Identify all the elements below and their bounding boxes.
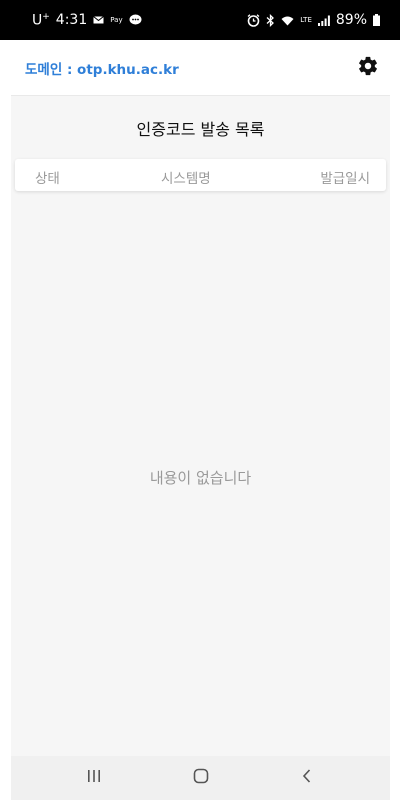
empty-list-message: 내용이 없습니다 bbox=[149, 469, 252, 487]
back-icon bbox=[300, 768, 314, 788]
carrier-text: U bbox=[32, 12, 43, 29]
battery-percentage: 89% bbox=[335, 12, 367, 28]
home-icon bbox=[192, 767, 210, 789]
back-button[interactable] bbox=[287, 766, 327, 790]
domain-label: 도메인 : otp.khu.ac.kr bbox=[25, 61, 179, 78]
page-title: 인증코드 발송 목록 bbox=[136, 120, 265, 139]
chat-icon bbox=[129, 14, 142, 26]
bluetooth-icon bbox=[266, 13, 275, 27]
column-header-issued-date: 발급일시 bbox=[320, 171, 370, 187]
battery-icon bbox=[373, 14, 380, 26]
signal-icon bbox=[317, 15, 330, 26]
column-header-status: 상태 bbox=[35, 171, 60, 187]
carrier-name: U+ bbox=[32, 12, 50, 29]
pay-icon: Pay bbox=[110, 15, 123, 24]
gear-icon bbox=[357, 55, 379, 81]
wifi-icon bbox=[281, 15, 294, 26]
table-header: 상태 시스템명 발급일시 bbox=[15, 159, 386, 191]
home-button[interactable] bbox=[181, 766, 221, 790]
column-header-system-name: 시스템명 bbox=[161, 171, 211, 187]
recent-apps-button[interactable] bbox=[74, 766, 114, 790]
status-left: U+ 4:31 Pay bbox=[32, 12, 142, 29]
recent-apps-icon bbox=[86, 768, 102, 788]
system-navigation-bar bbox=[11, 756, 390, 800]
clock: 4:31 bbox=[55, 12, 88, 28]
network-type-icon: LTE bbox=[300, 15, 312, 24]
app-content: 도메인 : otp.khu.ac.kr 인증코드 발송 목록 상태 시스템명 발… bbox=[11, 40, 390, 756]
status-bar: U+ 4:31 Pay LTE 89% bbox=[0, 0, 400, 40]
alarm-icon bbox=[247, 13, 260, 27]
message-icon bbox=[93, 16, 105, 24]
carrier-plus: + bbox=[42, 11, 50, 22]
status-right: LTE 89% bbox=[247, 12, 380, 28]
settings-button[interactable] bbox=[355, 55, 381, 81]
top-bar: 도메인 : otp.khu.ac.kr bbox=[11, 40, 390, 96]
